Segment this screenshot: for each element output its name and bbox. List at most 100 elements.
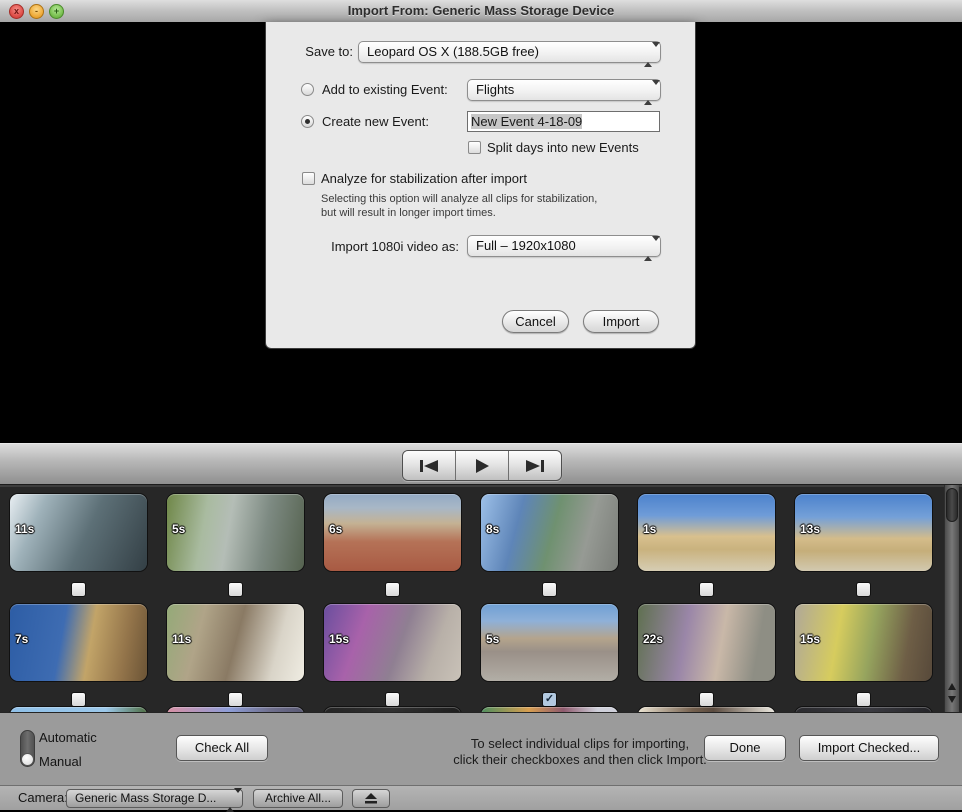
clip-cell: 11s <box>167 604 304 707</box>
clip-checkbox[interactable] <box>228 582 243 597</box>
clip-cell: 13s <box>795 494 932 597</box>
import-as-popup[interactable]: Full – 1920x1080 <box>467 235 661 261</box>
create-new-label: Create new Event: <box>322 114 429 129</box>
clip-cell: 8s <box>481 494 618 597</box>
save-to-popup[interactable]: Leopard OS X (188.5GB free) <box>358 41 661 67</box>
split-days-label: Split days into new Events <box>487 140 639 155</box>
clip-thumbnail[interactable]: 1s <box>638 494 775 571</box>
archive-all-button[interactable]: Archive All... <box>253 789 343 808</box>
popup-stepper-icon <box>226 788 242 812</box>
camera-bar: Camera: Generic Mass Storage D... Archiv… <box>0 785 962 812</box>
clip-checkbox[interactable] <box>385 582 400 597</box>
clip-scrollbar[interactable] <box>944 485 959 712</box>
mode-toggle[interactable] <box>20 730 35 767</box>
clip-cell: 11s <box>10 494 147 597</box>
clip-cell: 1s <box>638 494 775 597</box>
clip-duration-badge: 5s <box>486 632 500 646</box>
clip-checkbox[interactable] <box>71 582 86 597</box>
clip-checkbox[interactable] <box>385 692 400 707</box>
import-as-label: Import 1080i video as: <box>331 239 459 254</box>
footer-bar: Automatic Manual Check All To select ind… <box>0 712 962 785</box>
clip-duration-badge: 5s <box>172 522 186 536</box>
clip-thumbnail[interactable]: 11s <box>167 604 304 681</box>
radio-add-to-existing[interactable] <box>301 83 314 96</box>
play-icon <box>476 458 489 473</box>
clip-thumbnail[interactable]: 15s <box>795 604 932 681</box>
cancel-button[interactable]: Cancel <box>502 310 569 333</box>
clip-duration-badge: 13s <box>800 522 821 536</box>
clip-checkbox[interactable] <box>856 582 871 597</box>
popup-stepper-icon <box>644 236 660 261</box>
clip-duration-badge: 11s <box>172 632 192 646</box>
create-new-event-input[interactable]: New Event 4-18-09 <box>467 111 660 132</box>
automatic-label: Automatic <box>39 730 97 745</box>
analyze-checkbox[interactable] <box>302 172 315 185</box>
analyze-help-text: Selecting this option will analyze all c… <box>321 193 598 219</box>
window-title: Import From: Generic Mass Storage Device <box>347 3 615 18</box>
skip-forward-icon <box>526 459 544 472</box>
camera-popup[interactable]: Generic Mass Storage D... <box>66 788 243 812</box>
clip-cell: 15s <box>795 604 932 707</box>
scroll-up-icon[interactable] <box>948 683 956 690</box>
title-bar: x - + Import From: Generic Mass Storage … <box>0 0 962 23</box>
analyze-label: Analyze for stabilization after import <box>321 171 527 186</box>
clip-cell: 6s <box>324 494 461 597</box>
clip-thumbnail[interactable]: 15s <box>324 604 461 681</box>
scroll-down-icon[interactable] <box>948 696 956 703</box>
previous-clip-button[interactable] <box>403 451 455 480</box>
existing-event-popup[interactable]: Flights <box>467 79 661 105</box>
save-to-label: Save to: <box>305 44 353 59</box>
save-to-value: Leopard OS X (188.5GB free) <box>367 44 539 59</box>
add-existing-label: Add to existing Event: <box>322 82 448 97</box>
radio-create-new[interactable] <box>301 115 314 128</box>
clip-checkbox[interactable] <box>228 692 243 707</box>
import-checked-button[interactable]: Import Checked... <box>799 735 939 761</box>
import-options-sheet: Save to: Leopard OS X (188.5GB free) Add… <box>265 22 696 349</box>
check-all-button[interactable]: Check All <box>176 735 268 761</box>
clip-thumbnail[interactable]: 22s <box>638 604 775 681</box>
toggle-knob-icon <box>21 753 34 766</box>
play-button[interactable] <box>455 451 508 480</box>
clip-checkbox[interactable] <box>699 582 714 597</box>
import-button[interactable]: Import <box>583 310 659 333</box>
clip-checkbox[interactable] <box>542 582 557 597</box>
clip-thumbnail[interactable]: 5s <box>167 494 304 571</box>
create-new-event-value: New Event 4-18-09 <box>471 114 583 129</box>
playback-controls <box>402 450 562 481</box>
clip-cell: 5s <box>167 494 304 597</box>
clip-thumbnail[interactable]: 5s <box>481 604 618 681</box>
clip-checkbox[interactable] <box>71 692 86 707</box>
clip-thumbnail[interactable]: 13s <box>795 494 932 571</box>
eject-icon <box>365 793 377 804</box>
clip-duration-badge: 8s <box>486 522 500 536</box>
clip-duration-badge: 15s <box>800 632 821 646</box>
clip-cell: 22s <box>638 604 775 707</box>
next-clip-button[interactable] <box>508 451 561 480</box>
eject-button[interactable] <box>352 789 390 808</box>
skip-back-icon <box>420 459 438 472</box>
import-as-value: Full – 1920x1080 <box>476 238 576 253</box>
camera-label: Camera: <box>18 790 68 805</box>
clip-grid: 11s 5s 6s 8s 1s 13s 7s 11s 15s 5s ✓ 22s 15s <box>0 485 962 712</box>
clip-thumbnail[interactable]: 11s <box>10 494 147 571</box>
scrollbar-thumb[interactable] <box>946 488 958 522</box>
clip-checkbox[interactable] <box>699 692 714 707</box>
clip-duration-badge: 11s <box>15 522 35 536</box>
camera-value: Generic Mass Storage D... <box>75 791 217 805</box>
clip-cell: 7s <box>10 604 147 707</box>
clip-checkbox[interactable]: ✓ <box>542 692 557 707</box>
clip-duration-badge: 7s <box>15 632 29 646</box>
clip-checkbox[interactable] <box>856 692 871 707</box>
clip-thumbnail[interactable]: 7s <box>10 604 147 681</box>
playback-bar <box>0 443 962 485</box>
clip-duration-badge: 22s <box>643 632 664 646</box>
done-button[interactable]: Done <box>704 735 786 761</box>
popup-stepper-icon <box>644 42 660 67</box>
clip-thumbnail[interactable]: 6s <box>324 494 461 571</box>
clip-cell: 15s <box>324 604 461 707</box>
clip-cell: 5s ✓ <box>481 604 618 707</box>
clip-duration-badge: 15s <box>329 632 350 646</box>
split-days-checkbox[interactable] <box>468 141 481 154</box>
manual-label: Manual <box>39 754 82 769</box>
clip-thumbnail[interactable]: 8s <box>481 494 618 571</box>
